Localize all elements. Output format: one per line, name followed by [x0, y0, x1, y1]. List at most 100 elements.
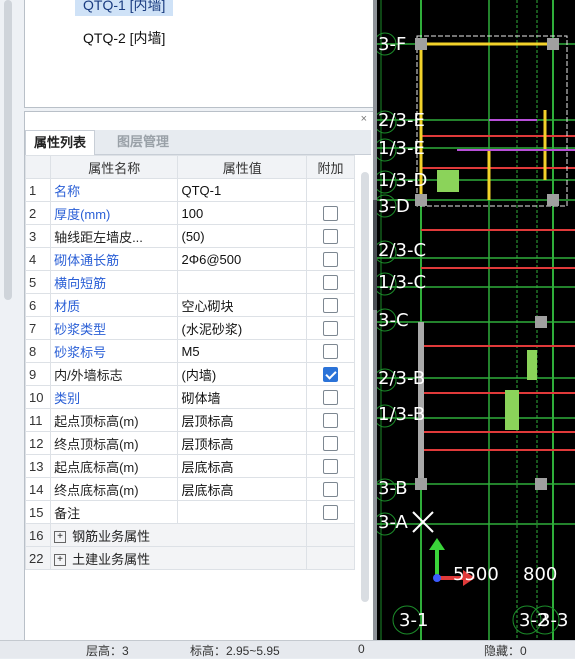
extra-checkbox[interactable] — [322, 229, 338, 245]
extra-checkbox[interactable] — [322, 321, 338, 337]
table-row[interactable]: 5 横向短筋 — [24, 270, 356, 294]
property-panel: × 属性列表 图层管理 属性名称 属性值 附加 1 名称 QTQ-1 2 厚度(mm) 1… — [24, 111, 374, 642]
table-row[interactable]: 6 材质 空心砌块 — [24, 293, 356, 317]
property-value[interactable] — [177, 270, 307, 294]
extra-checkbox[interactable] — [322, 275, 338, 291]
component-list: QTQ-1 [内墙] QTQ-2 [内墙] — [24, 0, 374, 108]
col-extra: 附加 — [305, 155, 356, 179]
property-value[interactable]: (水泥砂浆) — [177, 316, 307, 340]
table-row[interactable]: 1 名称 QTQ-1 — [24, 178, 356, 202]
property-value[interactable]: 层顶标高 — [177, 408, 307, 432]
property-value[interactable]: 层顶标高 — [177, 431, 307, 455]
axis-label-bottom: 3-1 — [399, 610, 429, 631]
extra-checkbox[interactable] — [322, 252, 338, 268]
axis-label: 3-F — [378, 34, 407, 55]
property-table: 属性名称 属性值 附加 1 名称 QTQ-1 2 厚度(mm) 100 3 轴线距左墙皮...… — [24, 155, 356, 570]
property-value[interactable]: 100 — [177, 201, 307, 225]
group-row[interactable]: 16 + 钢筋业务属性 — [24, 523, 356, 547]
property-value[interactable]: 层底标高 — [177, 477, 307, 501]
extra-checkbox[interactable] — [322, 505, 338, 521]
axis-label-bottom: 3-3 — [539, 610, 569, 631]
tab-property-list[interactable]: 属性列表 — [25, 130, 96, 156]
property-value[interactable]: 2Φ6@500 — [177, 247, 307, 271]
table-row[interactable]: 14 终点底标高(m) 层底标高 — [24, 477, 356, 501]
status-zero: 0 — [358, 642, 365, 656]
table-row[interactable]: 10 类别 砌体墙 — [24, 385, 356, 409]
row-index: 1 — [24, 178, 52, 202]
table-row[interactable]: 2 厚度(mm) 100 — [24, 201, 356, 225]
col-value: 属性值 — [177, 155, 307, 179]
table-row[interactable]: 15 备注 — [24, 500, 356, 524]
row-index: 4 — [24, 247, 52, 271]
property-name: 备注 — [50, 500, 179, 524]
property-value[interactable]: QTQ-1 — [177, 178, 307, 202]
property-name: 砂浆标号 — [50, 339, 179, 363]
status-bar: 层高：3 标高：2.95~5.95 0 隐藏：0 — [0, 640, 575, 658]
property-value[interactable]: (50) — [177, 224, 307, 248]
table-row[interactable]: 4 砌体通长筋 2Φ6@500 — [24, 247, 356, 271]
list-item-qtq2[interactable]: QTQ-2 [内墙] — [75, 27, 173, 49]
property-value[interactable]: (内墙) — [177, 362, 307, 386]
extra-checkbox[interactable] — [322, 390, 338, 406]
extra-checkbox[interactable] — [322, 344, 338, 360]
dimension-text: 5500 — [453, 564, 499, 585]
property-value[interactable]: M5 — [177, 339, 307, 363]
extra-cell — [305, 270, 356, 294]
property-value[interactable]: 层底标高 — [177, 454, 307, 478]
extra-cell — [305, 500, 356, 524]
property-name: 轴线距左墙皮... — [50, 224, 179, 248]
cad-canvas[interactable]: 3-F 2/3-E 1/3-E 1/3-D 3-D 2/3-C 1/3-C 3-C 2/3-B 1… — [377, 0, 575, 640]
property-name: 终点顶标高(m) — [50, 431, 179, 455]
axis-label: 1/3-E — [378, 138, 425, 159]
property-value[interactable] — [177, 500, 307, 524]
group-row[interactable]: 22 + 土建业务属性 — [24, 546, 356, 570]
axis-label: 2/3-B — [378, 368, 426, 389]
tab-layer-manager[interactable]: 图层管理 — [109, 130, 177, 154]
property-value[interactable]: 砌体墙 — [177, 385, 307, 409]
axis-label: 1/3-B — [378, 404, 426, 425]
row-index: 11 — [24, 408, 52, 432]
extra-cell — [305, 316, 356, 340]
extra-checkbox[interactable] — [322, 298, 338, 314]
row-index: 15 — [24, 500, 52, 524]
table-scrollbar[interactable] — [361, 172, 369, 602]
row-index: 9 — [24, 362, 52, 386]
table-row[interactable]: 8 砂浆标号 M5 — [24, 339, 356, 363]
table-row[interactable]: 12 终点顶标高(m) 层顶标高 — [24, 431, 356, 455]
extra-checkbox[interactable] — [322, 206, 338, 222]
property-value[interactable]: 空心砌块 — [177, 293, 307, 317]
axis-label: 1/3-C — [378, 272, 427, 293]
table-row[interactable]: 11 起点顶标高(m) 层顶标高 — [24, 408, 356, 432]
list-item-qtq1[interactable]: QTQ-1 [内墙] — [75, 0, 174, 16]
axis-label: 3-D — [378, 196, 410, 217]
extra-checkbox[interactable] — [322, 459, 338, 475]
group-name-cell: + 钢筋业务属性 — [50, 523, 307, 547]
axis-label: 3-A — [378, 512, 408, 533]
status-hidden: 隐藏：0 — [484, 644, 527, 658]
property-name: 砂浆类型 — [50, 316, 179, 340]
axis-label: 3-B — [378, 478, 408, 499]
expand-icon[interactable]: + — [54, 554, 67, 567]
expand-icon[interactable]: + — [54, 531, 67, 544]
property-name: 终点底标高(m) — [50, 477, 179, 501]
extra-checkbox[interactable] — [322, 413, 338, 429]
table-row[interactable]: 3 轴线距左墙皮... (50) — [24, 224, 356, 248]
extra-cell — [305, 201, 356, 225]
extra-cell — [305, 293, 356, 317]
extra-checkbox[interactable] — [322, 367, 338, 383]
col-name: 属性名称 — [50, 155, 179, 179]
outer-scrollbar[interactable] — [4, 0, 12, 300]
row-index: 13 — [24, 454, 52, 478]
row-index: 10 — [24, 385, 52, 409]
extra-cell — [305, 454, 356, 478]
extra-checkbox[interactable] — [322, 436, 338, 452]
col-index — [24, 155, 52, 179]
property-name: 起点底标高(m) — [50, 454, 179, 478]
table-row[interactable]: 7 砂浆类型 (水泥砂浆) — [24, 316, 356, 340]
close-icon[interactable]: × — [361, 112, 367, 126]
extra-checkbox[interactable] — [322, 482, 338, 498]
table-row[interactable]: 9 内/外墙标志 (内墙) — [24, 362, 356, 386]
group-name: 钢筋业务属性 — [72, 528, 151, 544]
row-index: 3 — [24, 224, 52, 248]
table-row[interactable]: 13 起点底标高(m) 层底标高 — [24, 454, 356, 478]
